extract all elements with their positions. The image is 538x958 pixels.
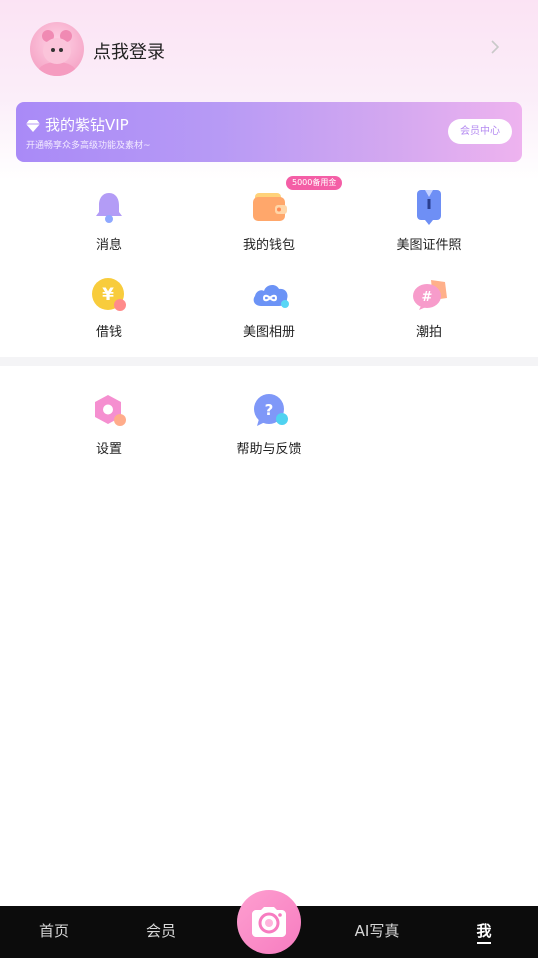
svg-text:#: # (422, 290, 433, 305)
tab-ai-portrait[interactable]: AI写真 (337, 920, 417, 941)
vip-title: 我的紫钻VIP (45, 116, 129, 134)
settings-icon (91, 393, 127, 429)
grid-item-messages[interactable]: 消息 (49, 189, 169, 259)
hashtag-icon: # (411, 276, 447, 312)
grid-item-label: 借钱 (95, 325, 122, 340)
chevron-right-icon[interactable] (490, 39, 504, 59)
grid-item-label: 美图证件照 (396, 238, 462, 253)
help-icon: ? (251, 393, 288, 429)
wallet-badge: 5000备用金 (286, 176, 343, 190)
grid-item-label: 潮拍 (415, 325, 442, 340)
diamond-icon (26, 117, 40, 132)
login-row[interactable]: 点我登录 (0, 22, 538, 80)
settings-label: 设置 (95, 442, 122, 457)
svg-text:?: ? (265, 401, 274, 419)
vip-subtitle: 开通畅享众多高级功能及素材~ (26, 141, 151, 151)
grid-item-trend-shot[interactable]: # 潮拍 (369, 276, 489, 346)
settings-item[interactable]: 设置 (49, 393, 169, 463)
wallet-icon (251, 189, 287, 225)
grid-item-wallet[interactable]: 我的钱包 (209, 189, 329, 259)
avatar-eye (59, 48, 63, 52)
id-photo-icon (411, 189, 447, 225)
vip-banner[interactable]: 我的紫钻VIP 开通畅享众多高级功能及素材~ 会员中心 (16, 102, 522, 162)
tab-me[interactable]: 我 (444, 920, 524, 941)
tab-home[interactable]: 首页 (14, 920, 94, 941)
section-divider (0, 357, 538, 366)
svg-text:¥: ¥ (102, 285, 114, 305)
grid-item-label: 美图相册 (242, 325, 295, 340)
member-center-button[interactable]: 会员中心 (448, 119, 512, 144)
grid-item-borrow[interactable]: ¥ 借钱 (49, 276, 169, 346)
camera-icon (251, 906, 287, 938)
yen-coin-icon: ¥ (91, 276, 127, 312)
tab-member[interactable]: 会员 (121, 920, 201, 941)
grid-item-album[interactable]: 美图相册 (209, 276, 329, 346)
help-feedback-item[interactable]: ? 帮助与反馈 (209, 393, 329, 463)
cloud-album-icon (251, 276, 289, 312)
avatar-eye (51, 48, 55, 52)
grid-item-label: 我的钱包 (242, 238, 295, 253)
help-feedback-label: 帮助与反馈 (236, 442, 302, 457)
avatar[interactable] (30, 22, 84, 76)
grid-item-label: 消息 (95, 238, 122, 253)
bell-icon (91, 189, 127, 225)
grid-item-id-photo[interactable]: 美图证件照 (369, 189, 489, 259)
avatar-body (38, 62, 76, 76)
login-label[interactable]: 点我登录 (93, 38, 165, 64)
active-tab-indicator (477, 942, 491, 944)
camera-button[interactable] (237, 890, 301, 954)
avatar-face (43, 38, 71, 64)
